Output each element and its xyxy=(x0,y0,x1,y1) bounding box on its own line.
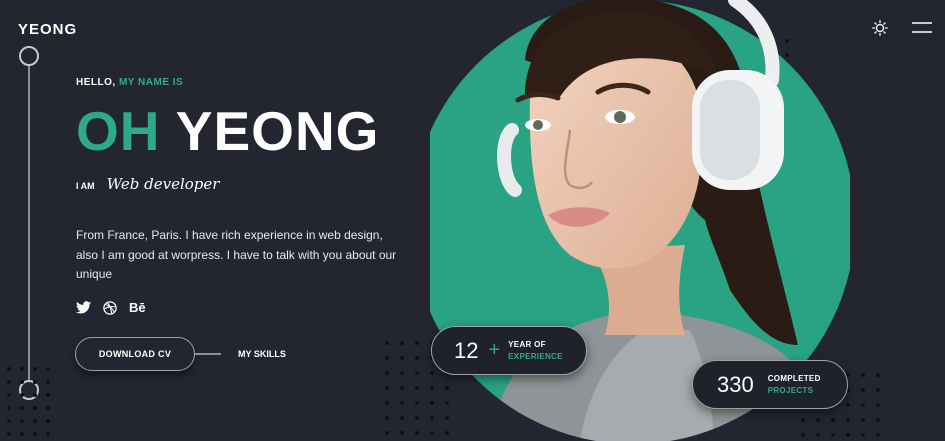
twitter-icon[interactable] xyxy=(76,301,91,314)
plus-icon: + xyxy=(488,339,501,361)
timeline-top-marker xyxy=(19,46,39,66)
timeline-line xyxy=(28,56,30,390)
experience-label-line1: YEAR OF xyxy=(508,339,546,349)
sun-icon[interactable] xyxy=(872,20,888,36)
experience-label: YEAR OF EXPERIENCE xyxy=(508,339,563,363)
hamburger-menu-icon[interactable] xyxy=(912,22,932,34)
greeting-accent: MY NAME IS xyxy=(118,77,184,88)
dribbble-icon[interactable] xyxy=(103,300,117,315)
my-skills-link[interactable]: MY SKILLS xyxy=(238,349,286,359)
greeting-text: HELLO, xyxy=(76,77,116,88)
experience-value: 12 xyxy=(454,337,479,363)
role-line: I AM Web developer xyxy=(76,175,219,193)
role-prefix: I AM xyxy=(76,181,95,191)
first-name: OH xyxy=(76,100,161,162)
greeting: HELLO, MY NAME IS xyxy=(76,77,183,88)
role-title: Web developer xyxy=(106,175,220,193)
social-links: Bē xyxy=(76,300,146,315)
download-cv-button[interactable]: DOWNLOAD CV xyxy=(75,337,195,371)
dot-pattern-left xyxy=(7,367,50,436)
projects-label-line1: COMPLETED xyxy=(767,373,821,383)
site-logo[interactable]: YEONG xyxy=(18,21,77,38)
last-name: YEONG xyxy=(175,100,380,162)
projects-value: 330 xyxy=(717,371,754,397)
experience-stat-card: 12 + YEAR OF EXPERIENCE xyxy=(431,326,587,375)
behance-icon[interactable]: Bē xyxy=(129,300,146,315)
button-connector-line xyxy=(195,353,221,355)
hero-name: OH YEONG xyxy=(76,104,379,159)
bio-text: From France, Paris. I have rich experien… xyxy=(76,228,397,281)
projects-label-line2: PROJECTS xyxy=(767,385,814,395)
experience-label-line2: EXPERIENCE xyxy=(508,351,563,361)
projects-label: COMPLETED PROJECTS xyxy=(768,373,821,397)
projects-stat-card: 330 COMPLETED PROJECTS xyxy=(692,360,848,409)
